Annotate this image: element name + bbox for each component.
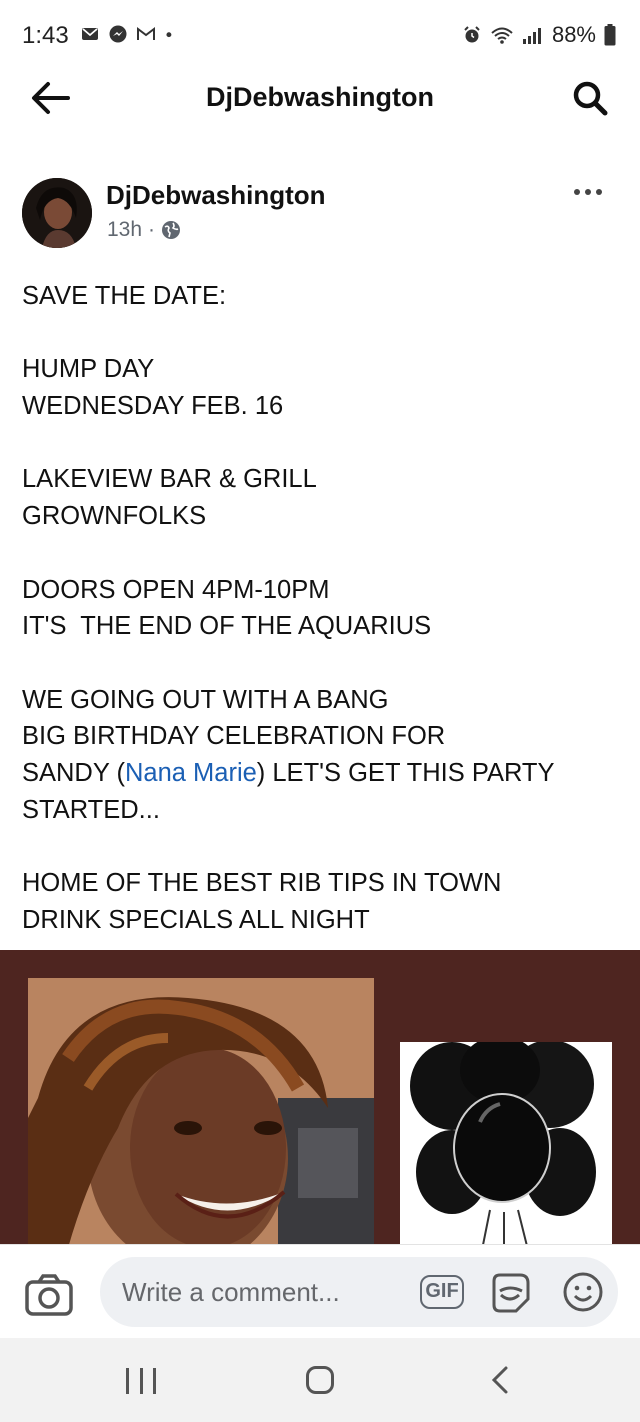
- search-button[interactable]: [568, 76, 612, 120]
- status-bar: 1:43 88%: [0, 0, 640, 72]
- birthday-photo: [28, 978, 374, 1248]
- recents-icon: [126, 1368, 129, 1394]
- post-paragraph: HUMP DAY WEDNESDAY FEB. 16: [22, 351, 622, 424]
- gmail-m-icon: [137, 27, 155, 40]
- post-line: HOME OF THE BEST RIB TIPS IN TOWN: [22, 869, 502, 898]
- post-header: DjDebwashington 13h ·: [0, 172, 640, 252]
- camera-button[interactable]: [24, 1273, 74, 1317]
- post-line: BIG BIRTHDAY CELEBRATION FOR: [22, 722, 446, 751]
- comment-bar: Write a comment... GIF: [0, 1244, 640, 1339]
- globe-icon: [162, 221, 181, 239]
- back-chevron-icon[interactable]: [486, 1364, 516, 1396]
- post-line: DOORS OPEN 4PM-10PM: [22, 575, 330, 604]
- alarm-icon: [464, 26, 480, 43]
- post-options-button[interactable]: [566, 180, 610, 204]
- more-dot: [585, 189, 591, 195]
- post-paragraph: SAVE THE DATE:: [22, 278, 622, 315]
- post-line: WE GOING OUT WITH A BANG: [22, 685, 389, 714]
- post-line: DRINK SPECIALS ALL NIGHT: [22, 905, 370, 934]
- post-line: HUMP DAY: [22, 355, 155, 384]
- gif-button[interactable]: GIF: [420, 1275, 464, 1309]
- page-title: DjDebwashington: [206, 82, 434, 112]
- recents-button[interactable]: [126, 1368, 156, 1396]
- post-paragraph: WE GOING OUT WITH A BANG BIG BIRTHDAY CE…: [22, 682, 622, 829]
- more-dot: [574, 189, 580, 195]
- meta-separator: ·: [148, 218, 156, 241]
- emoji-icon: [563, 1272, 603, 1312]
- post-line: WEDNESDAY FEB. 16: [22, 392, 284, 421]
- notification-icons: [80, 24, 178, 44]
- balloons-image: [400, 1042, 612, 1250]
- battery-percent: 88%: [551, 22, 596, 47]
- avatar[interactable]: [22, 178, 92, 248]
- post-line: SAVE THE DATE:: [22, 282, 227, 310]
- sticker-icon: [492, 1273, 530, 1313]
- post-line: STARTED...: [22, 795, 160, 824]
- wifi-icon: [491, 27, 513, 44]
- post-author[interactable]: DjDebwashington: [106, 180, 326, 211]
- dot-icon: [166, 32, 172, 38]
- system-nav-bar: [0, 1338, 640, 1422]
- camera-icon: [25, 1274, 73, 1316]
- comment-input[interactable]: Write a comment... GIF: [100, 1257, 618, 1327]
- status-time: 1:43: [22, 22, 69, 49]
- text-after-mention: ) LET'S GET THIS PARTY: [256, 759, 555, 788]
- post-meta: 13h ·: [107, 218, 181, 242]
- text-before-mention: SANDY (: [22, 759, 125, 788]
- messenger-icon: [109, 25, 127, 43]
- emoji-button[interactable]: [562, 1271, 604, 1313]
- post-line: LAKEVIEW BAR & GRILL: [22, 465, 317, 494]
- home-button[interactable]: [306, 1366, 334, 1394]
- post-paragraph: HOME OF THE BEST RIB TIPS IN TOWN DRINK …: [22, 865, 622, 938]
- post-line: GROWNFOLKS: [22, 502, 207, 531]
- post-time[interactable]: 13h: [107, 218, 142, 242]
- mention-link[interactable]: Nana Marie: [125, 759, 257, 787]
- post-paragraph: LAKEVIEW BAR & GRILL GROWNFOLKS: [22, 461, 622, 534]
- recents-icon: [153, 1368, 156, 1394]
- signal-icon: [522, 28, 541, 44]
- post-line: IT'S THE END OF THE AQUARIUS: [22, 612, 432, 641]
- post-image[interactable]: [0, 950, 640, 1250]
- post-line-with-mention: SANDY (Nana Marie) LET'S GET THIS PARTY: [22, 755, 622, 792]
- sticker-button[interactable]: [488, 1271, 532, 1315]
- woman-portrait: [28, 978, 374, 1248]
- gmail-icon: [82, 28, 98, 40]
- system-status: 88%: [462, 22, 616, 48]
- battery-icon: [604, 24, 616, 46]
- more-dot: [596, 189, 602, 195]
- avatar-portrait: [22, 178, 92, 248]
- recents-icon: [139, 1368, 143, 1394]
- search-icon: [573, 81, 608, 116]
- app-bar: DjDebwashington: [0, 72, 640, 128]
- post-text: SAVE THE DATE: HUMP DAY WEDNESDAY FEB. 1…: [22, 278, 622, 975]
- comment-placeholder: Write a comment...: [122, 1277, 340, 1307]
- black-balloons: [400, 1042, 612, 1250]
- post-paragraph: DOORS OPEN 4PM-10PM IT'S THE END OF THE …: [22, 572, 622, 645]
